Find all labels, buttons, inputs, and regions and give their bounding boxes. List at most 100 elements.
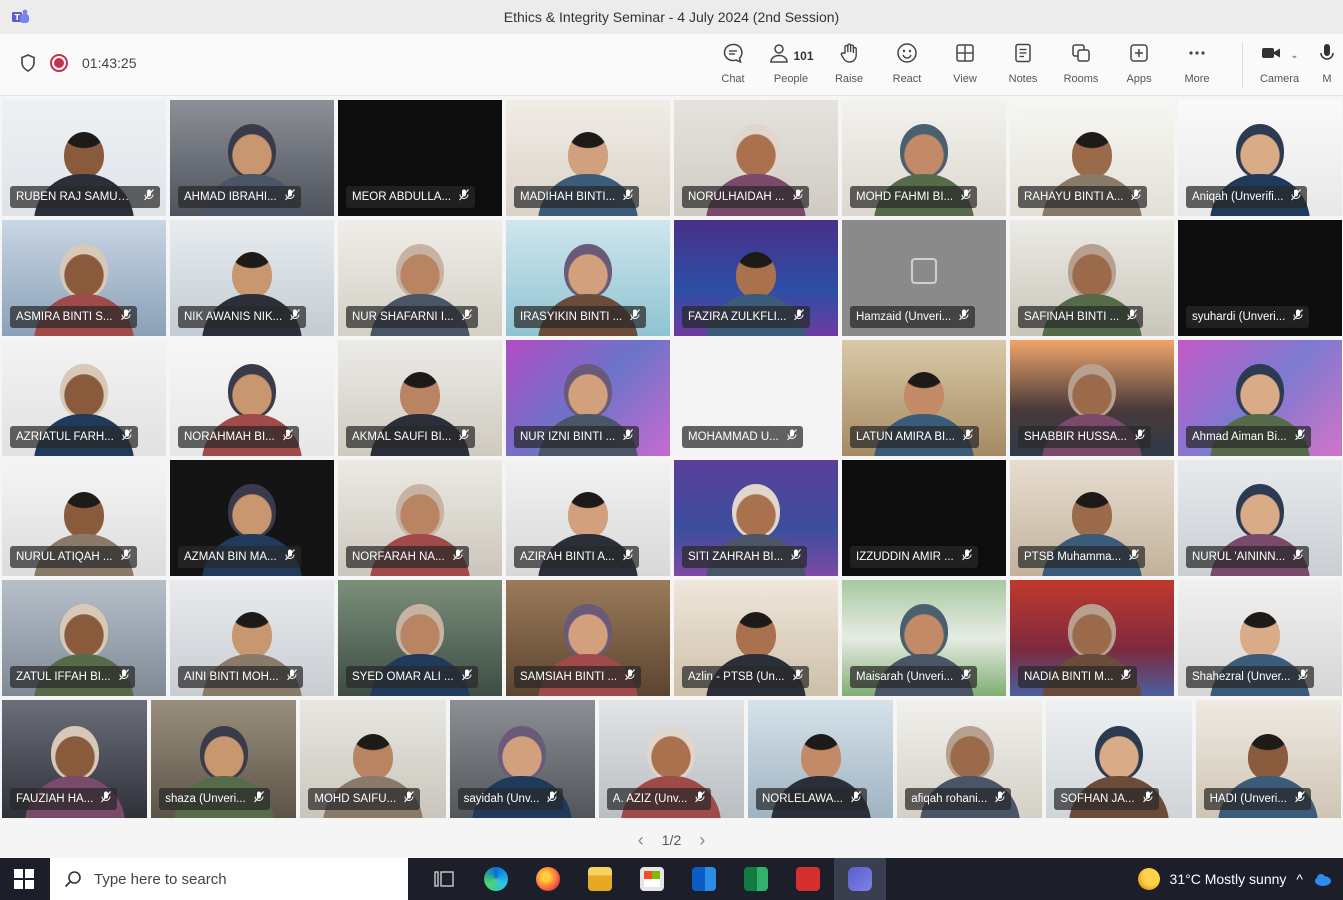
shield-icon[interactable] xyxy=(20,54,36,72)
chevron-down-icon[interactable]: ⌄ xyxy=(1290,50,1298,61)
participant-tile[interactable]: NURUL 'AININN... xyxy=(1176,458,1343,578)
more-label: More xyxy=(1184,73,1210,85)
participant-tile[interactable]: SAFINAH BINTI ... xyxy=(1008,218,1176,338)
participant-tile[interactable]: AKMAL SAUFI BI... xyxy=(336,338,504,458)
participant-tile[interactable]: SOFHAN JA... xyxy=(1044,698,1194,820)
next-page-chevron-icon[interactable]: › xyxy=(699,830,705,851)
people-button[interactable]: 101 People xyxy=(762,42,820,88)
more-button[interactable]: More xyxy=(1168,42,1226,88)
rooms-button[interactable]: Rooms xyxy=(1052,42,1110,88)
participant-tile[interactable]: MEOR ABDULLA... xyxy=(336,98,504,218)
react-button[interactable]: React xyxy=(878,42,936,88)
participant-tile[interactable]: sayidah (Unv... xyxy=(447,698,597,820)
participant-tile[interactable]: MADIHAH BINTI... xyxy=(504,98,672,218)
participant-nametag: SOFHAN JA... xyxy=(1054,788,1159,810)
participant-tile[interactable]: A. AZIZ (Unv... xyxy=(596,698,746,820)
rooms-label: Rooms xyxy=(1063,73,1099,85)
taskbar-search-box[interactable]: Type here to search xyxy=(50,858,408,900)
teams-taskbar-icon[interactable] xyxy=(834,858,886,900)
view-button[interactable]: View xyxy=(936,42,994,88)
more-icon xyxy=(1186,42,1208,69)
participant-tile[interactable]: NADIA BINTI M... xyxy=(1008,578,1176,698)
participant-nametag: SAFINAH BINTI ... xyxy=(1018,306,1144,328)
participant-tile[interactable]: shaza (Unveri... xyxy=(149,698,299,820)
weather-sun-icon[interactable] xyxy=(1137,868,1160,890)
participant-tile[interactable]: FAZIRA ZULKFLI... xyxy=(672,218,840,338)
participant-tile[interactable]: HADI (Unveri... xyxy=(1193,698,1343,820)
participant-tile[interactable]: NIK AWANIS NIK... xyxy=(168,218,336,338)
participant-tile[interactable]: NUR IZNI BINTI ... xyxy=(504,338,672,458)
participant-name: Hamzaid (Unveri... xyxy=(856,311,952,323)
mic-muted-icon xyxy=(995,790,1006,808)
participant-tile[interactable]: NORULHAIDAH ... xyxy=(672,98,840,218)
participant-nametag: NUR SHAFARNI I... xyxy=(346,306,478,328)
camera-button[interactable]: ⌄ Camera xyxy=(1242,42,1312,88)
participant-tile[interactable]: SHABBIR HUSSA... xyxy=(1008,338,1176,458)
participant-tile[interactable]: NORLELAWA... xyxy=(746,698,896,820)
file-explorer-icon[interactable] xyxy=(574,858,626,900)
mic-muted-icon xyxy=(961,548,972,566)
view-label: View xyxy=(953,73,977,85)
notes-button[interactable]: Notes xyxy=(994,42,1052,88)
participant-tile[interactable]: FAUZIAH HA... xyxy=(0,698,150,820)
participant-nametag: ZATUL IFFAH BI... xyxy=(10,666,135,688)
participant-tile[interactable]: NORFARAH NA... xyxy=(336,458,504,578)
participant-tile[interactable]: AZIRAH BINTI A... xyxy=(504,458,672,578)
participant-tile[interactable]: PTSB Muhamma... xyxy=(1008,458,1176,578)
participant-tile[interactable]: Shahezral (Unver... xyxy=(1176,578,1343,698)
participant-name: RAHAYU BINTI A... xyxy=(1024,191,1124,203)
participant-nametag: sayidah (Unv... xyxy=(457,788,564,810)
participant-tile[interactable]: NURUL ATIQAH ... xyxy=(0,458,168,578)
mic-muted-icon xyxy=(786,428,797,446)
participant-tile[interactable]: MOHD SAIFU... xyxy=(298,698,448,820)
participant-tile[interactable]: Maisarah (Unveri... xyxy=(840,578,1008,698)
weather-status[interactable]: 31°C Mostly sunny xyxy=(1170,871,1287,887)
participant-tile[interactable]: AZMAN BIN MA... xyxy=(168,458,336,578)
participant-tile[interactable]: SYED OMAR ALI ... xyxy=(336,578,504,698)
participant-tile[interactable]: syuhardi (Unveri... xyxy=(1176,218,1343,338)
windows-start-icon[interactable] xyxy=(14,869,34,889)
previous-page-chevron-icon[interactable]: ‹ xyxy=(638,830,644,851)
tray-overflow-chevron-icon[interactable]: ^ xyxy=(1296,871,1303,887)
participant-tile[interactable]: SAMSIAH BINTI ... xyxy=(504,578,672,698)
participant-tile[interactable]: MOHAMMAD U... xyxy=(672,338,840,458)
participant-tile[interactable]: NUR SHAFARNI I... xyxy=(336,218,504,338)
firefox-icon[interactable] xyxy=(522,858,574,900)
participant-tile[interactable]: afiqah rohani... xyxy=(895,698,1045,820)
participant-tile[interactable]: AZRIATUL FARH... xyxy=(0,338,168,458)
participant-tile[interactable]: Aniqah (Unverifi... xyxy=(1176,98,1343,218)
participant-tile[interactable]: ZATUL IFFAH BI... xyxy=(0,578,168,698)
participant-tile[interactable]: RAHAYU BINTI A... xyxy=(1008,98,1176,218)
participant-tile[interactable]: IRASYIKIN BINTI ... xyxy=(504,218,672,338)
store-icon[interactable] xyxy=(626,858,678,900)
participant-tile[interactable]: LATUN AMIRA BI... xyxy=(840,338,1008,458)
people-label: People xyxy=(773,73,809,85)
participant-tile[interactable]: SITI ZAHRAH BI... xyxy=(672,458,840,578)
network-cloud-icon[interactable] xyxy=(1313,871,1333,887)
participant-tile[interactable]: Azlin - PTSB (Un... xyxy=(672,578,840,698)
edge-browser-icon[interactable] xyxy=(470,858,522,900)
participant-tile[interactable]: AINI BINTI MOH... xyxy=(168,578,336,698)
participant-tile[interactable]: NORAHMAH BI... xyxy=(168,338,336,458)
mic-muted-icon xyxy=(851,790,861,808)
task-view-icon[interactable] xyxy=(418,858,470,900)
apps-button[interactable]: Apps xyxy=(1110,42,1168,88)
participant-tile[interactable]: ASMIRA BINTI S... xyxy=(0,218,168,338)
participant-nametag: NURUL ATIQAH ... xyxy=(10,546,137,568)
participant-grid: RUBEN RAJ SAMUEL ... AHMAD IBRAHI... MEOR … xyxy=(0,98,1343,822)
excel-icon[interactable] xyxy=(730,858,782,900)
chat-button[interactable]: Chat xyxy=(704,42,762,88)
participant-nametag: NURUL 'AININN... xyxy=(1186,546,1310,568)
mic-button[interactable]: M xyxy=(1312,42,1342,88)
outlook-icon[interactable] xyxy=(678,858,730,900)
participant-tile[interactable]: RUBEN RAJ SAMUEL ... xyxy=(0,98,168,218)
participant-tile[interactable]: AHMAD IBRAHI... xyxy=(168,98,336,218)
rooms-icon xyxy=(1070,42,1092,69)
mic-muted-icon xyxy=(1293,548,1304,566)
participant-tile[interactable]: Ahmad Aiman Bi... xyxy=(1176,338,1343,458)
participant-tile[interactable]: IZZUDDIN AMIR ... xyxy=(840,458,1008,578)
raise-button[interactable]: Raise xyxy=(820,42,878,88)
participant-tile[interactable]: MOHD FAHMI BI... xyxy=(840,98,1008,218)
acrobat-icon[interactable] xyxy=(782,858,834,900)
participant-tile[interactable]: Hamzaid (Unveri... xyxy=(840,218,1008,338)
